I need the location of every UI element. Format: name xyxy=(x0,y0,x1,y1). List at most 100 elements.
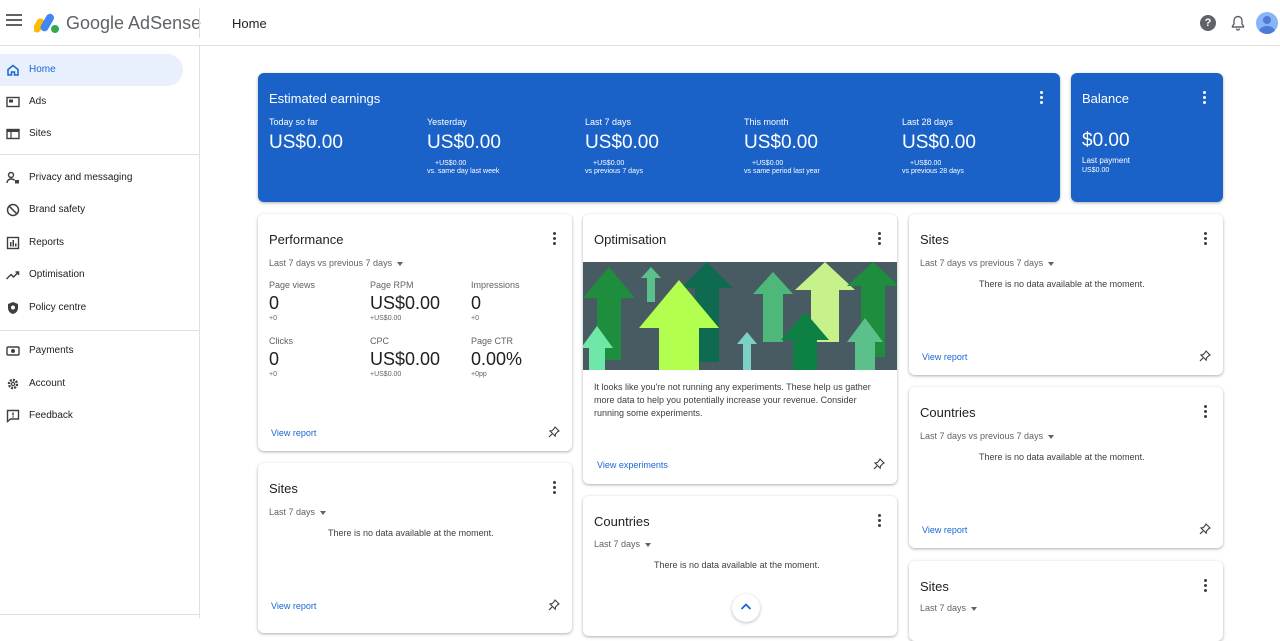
sidebar-divider xyxy=(0,614,199,615)
sidebar-item-label: Account xyxy=(29,378,66,389)
menu-icon[interactable] xyxy=(6,14,22,30)
metric-delta: +US$0.00 xyxy=(370,315,402,322)
shield-icon xyxy=(8,302,18,314)
date-range-dropdown[interactable]: Last 7 days xyxy=(269,507,326,517)
metric-value: 0 xyxy=(269,349,280,369)
date-range-dropdown[interactable]: Last 7 days xyxy=(594,539,651,549)
more-vert-icon[interactable] xyxy=(1200,578,1210,594)
bell-icon[interactable] xyxy=(1230,15,1246,31)
page-title: Home xyxy=(232,16,267,31)
metric-cpc: CPC US$0.00 +US$0.00 xyxy=(370,336,440,378)
more-vert-icon[interactable] xyxy=(1199,90,1209,106)
pin-icon[interactable] xyxy=(1199,350,1211,362)
card-title: Estimated earnings xyxy=(269,91,381,106)
countries-card: Countries Last 7 days vs previous 7 days… xyxy=(909,387,1223,548)
metric-value: US$0.00 xyxy=(370,293,441,313)
earnings-comparison: vs. same day last week xyxy=(427,168,500,175)
help-icon[interactable]: ? xyxy=(1200,15,1216,31)
last-payment-value: US$0.00 xyxy=(1082,167,1110,174)
sidebar-item-policy-centre[interactable]: Policy centre xyxy=(0,292,183,324)
trending-icon xyxy=(6,271,20,280)
more-vert-icon[interactable] xyxy=(874,231,884,247)
earnings-today: Today so far US$0.00 xyxy=(269,117,343,154)
ads-icon xyxy=(6,96,20,108)
performance-card: Performance Last 7 days vs previous 7 da… xyxy=(258,214,572,451)
metric-impressions: Impressions 0 +0 xyxy=(471,280,520,322)
sidebar-item-payments[interactable]: Payments xyxy=(0,335,183,367)
earnings-label: Last 28 days xyxy=(902,117,954,127)
earnings-this-month: This month US$0.00 +US$0.00 vs same peri… xyxy=(744,117,820,175)
date-range-dropdown[interactable]: Last 7 days xyxy=(920,603,977,613)
gear-icon xyxy=(7,378,19,390)
balance-card: Balance $0.00 Last payment US$0.00 xyxy=(1071,73,1223,202)
view-report-link[interactable]: View report xyxy=(922,525,967,535)
card-title: Sites xyxy=(920,232,949,247)
earnings-last-28-days: Last 28 days US$0.00 +US$0.00 vs previou… xyxy=(902,117,976,175)
metric-clicks: Clicks 0 +0 xyxy=(269,336,293,378)
sidebar-divider xyxy=(0,330,199,331)
sidebar-item-optimisation[interactable]: Optimisation xyxy=(0,259,183,291)
earnings-comparison: vs previous 28 days xyxy=(902,168,964,175)
no-data-message: There is no data available at the moment… xyxy=(979,452,1145,462)
more-vert-icon[interactable] xyxy=(874,513,884,529)
estimated-earnings-card: Estimated earnings Today so far US$0.00 … xyxy=(258,73,1060,202)
sidebar-item-account[interactable]: Account xyxy=(0,368,183,400)
privacy-icon xyxy=(6,171,19,184)
view-report-link[interactable]: View report xyxy=(271,601,316,611)
date-range-dropdown[interactable]: Last 7 days vs previous 7 days xyxy=(920,431,1054,441)
date-range-dropdown[interactable]: Last 7 days vs previous 7 days xyxy=(920,258,1054,268)
avatar[interactable] xyxy=(1256,12,1278,34)
sidebar-nav: Home Ads Sites Privacy and messaging Bra… xyxy=(0,46,200,618)
sidebar-item-label: Payments xyxy=(29,345,74,356)
card-title: Countries xyxy=(920,405,976,420)
sidebar-item-label: Sites xyxy=(29,128,52,139)
earnings-delta: +US$0.00 xyxy=(752,160,784,167)
app-name[interactable]: Google AdSense xyxy=(66,13,201,34)
sidebar-item-label: Privacy and messaging xyxy=(29,172,133,183)
pin-icon[interactable] xyxy=(1199,523,1211,535)
pin-icon[interactable] xyxy=(548,426,560,438)
more-vert-icon[interactable] xyxy=(1200,404,1210,420)
view-report-link[interactable]: View report xyxy=(271,428,316,438)
earnings-delta: +US$0.00 xyxy=(910,160,942,167)
pin-icon[interactable] xyxy=(548,599,560,611)
sites-icon xyxy=(6,128,20,140)
earnings-value: US$0.00 xyxy=(744,132,818,153)
date-range-dropdown[interactable]: Last 7 days vs previous 7 days xyxy=(269,258,403,268)
sidebar-item-label: Feedback xyxy=(29,410,73,421)
sites-card-last-7-days: Sites Last 7 days xyxy=(909,561,1223,641)
sidebar-item-label: Reports xyxy=(29,237,65,248)
card-title: Performance xyxy=(269,232,344,247)
sidebar-item-reports[interactable]: Reports xyxy=(0,227,183,259)
block-icon xyxy=(6,203,20,217)
sidebar-item-home[interactable]: Home xyxy=(0,54,183,86)
metric-value: 0 xyxy=(471,293,482,313)
metric-value: US$0.00 xyxy=(370,349,441,369)
card-title: Sites xyxy=(920,579,949,594)
sites-card: Sites Last 7 days vs previous 7 days The… xyxy=(909,214,1223,375)
card-title: Countries xyxy=(594,514,650,529)
earnings-last-7-days: Last 7 days US$0.00 +US$0.00 vs previous… xyxy=(585,117,659,175)
more-vert-icon[interactable] xyxy=(549,480,559,496)
sidebar-item-label: Ads xyxy=(29,96,47,107)
no-data-message: There is no data available at the moment… xyxy=(979,279,1145,289)
sidebar-item-sites[interactable]: Sites xyxy=(0,118,183,150)
metric-label: Page CTR xyxy=(471,336,514,346)
more-vert-icon[interactable] xyxy=(1036,90,1046,106)
earnings-value: US$0.00 xyxy=(269,132,343,153)
sites-card-7-days: Sites Last 7 days There is no data avail… xyxy=(258,463,572,633)
more-vert-icon[interactable] xyxy=(549,231,559,247)
view-report-link[interactable]: View report xyxy=(922,352,967,362)
metric-label: Page RPM xyxy=(370,280,414,290)
more-vert-icon[interactable] xyxy=(1200,231,1210,247)
sidebar-item-ads[interactable]: Ads xyxy=(0,86,183,118)
pin-icon[interactable] xyxy=(873,458,885,470)
rising-arrows-illustration xyxy=(583,262,897,370)
view-experiments-link[interactable]: View experiments xyxy=(597,460,668,470)
reports-icon xyxy=(6,236,20,250)
sidebar-item-privacy[interactable]: Privacy and messaging xyxy=(0,162,183,194)
earnings-label: Last 7 days xyxy=(585,117,632,127)
sidebar-item-brand-safety[interactable]: Brand safety xyxy=(0,194,183,226)
metric-value: 0.00% xyxy=(471,349,523,369)
sidebar-item-feedback[interactable]: Feedback xyxy=(0,400,183,432)
